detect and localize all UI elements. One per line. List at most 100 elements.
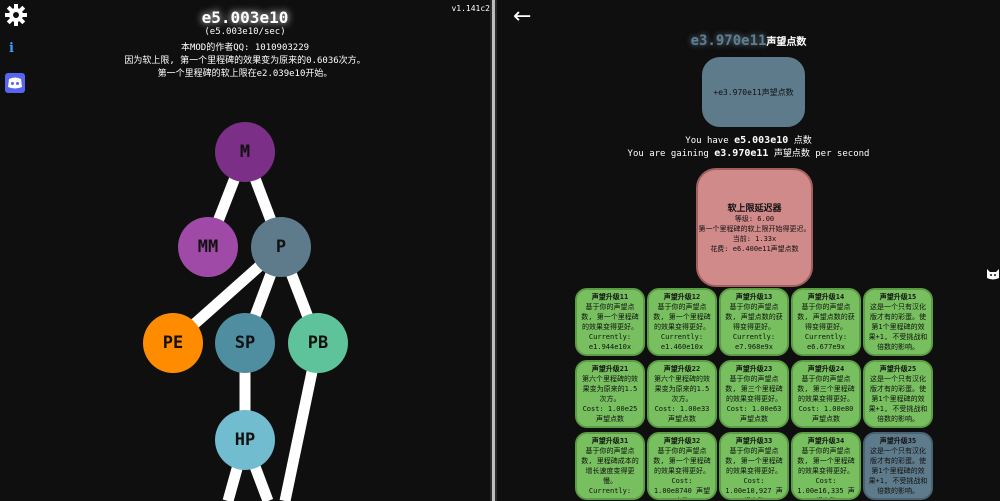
prestige-points-header: e3.970e11声望点数	[497, 30, 1000, 49]
upgrade-extra: Currently: e1.944e10x	[588, 333, 632, 351]
upgrade-extra: Cost: 1.00e10,927 声望点数	[725, 477, 783, 498]
softcap-line: 因为软上限, 第一个里程碑的效果变为原来的0.6036次方。	[124, 56, 366, 66]
prestige-points-value: e3.970e11	[690, 33, 767, 49]
node-m-label: M	[239, 142, 251, 162]
node-pe-label: PE	[162, 333, 184, 353]
node-sp-label: SP	[234, 333, 256, 353]
upgrade-title: 声望升级12	[663, 293, 701, 301]
upgrade-desc: 基于你的声望点数, 第三个里程碑的效果变得更好。	[797, 375, 855, 403]
gaining-prefix: You are gaining	[627, 149, 709, 159]
upgrade-desc: 基于你的声望点数, 第一个里程碑的效果变得更好。	[653, 303, 711, 331]
upgrade-31[interactable]: 声望升级31 基于你的声望点数, 里程碑成本的增长速度变得更慢。 Currently…	[575, 432, 645, 500]
upgrade-21[interactable]: 声望升级21 第六个里程碑的效果变为原来的1.5次方。 Cost: 1.00e25 …	[575, 360, 645, 428]
upgrade-24[interactable]: 声望升级24 基于你的声望点数, 第三个里程碑的效果变得更好。 Cost: 1.00…	[791, 360, 861, 428]
upgrade-25[interactable]: 声望升级25 这是一个只有汉化版才有的彩蛋。使第1个里程碑的效果+1, 不受挑战和…	[863, 360, 933, 428]
upgrade-33[interactable]: 声望升级33 基于你的声望点数, 第一个里程碑的效果变得更好。 Cost: 1.00…	[719, 432, 789, 500]
upgrade-extra: Currently: e7.968e9x	[732, 333, 776, 351]
upgrade-extra: Currently: e6.677e9x	[804, 333, 848, 351]
points-amount: e5.003e10	[201, 8, 289, 27]
upgrade-desc: 这是一个只有汉化版才有的彩蛋。使第1个里程碑的效果+1, 不受挑战和倍数的影响。	[868, 375, 928, 423]
upgrade-22[interactable]: 声望升级22 第六个里程碑的效果变为原来的1.5次方。 Cost: 1.00e33 …	[647, 360, 717, 428]
upgrade-13[interactable]: 声望升级13 基于你的声望点数, 声望点数的获得变得更好。 Currently: e…	[719, 288, 789, 356]
divider-handle[interactable]	[492, 0, 495, 501]
upgrade-title: 声望升级31	[591, 437, 629, 445]
upgrade-14[interactable]: 声望升级14 基于你的声望点数, 声望点数的获得变得更好。 Currently: e…	[791, 288, 861, 356]
upgrade-desc: 基于你的声望点数, 第三个里程碑的效果变得更好。	[725, 375, 783, 403]
softcap-delay-buyable[interactable]: 软上限延迟器 等级: 6.00 第一个里程碑的软上限开始得更迟。当前: 1.33…	[696, 168, 813, 287]
upgrade-desc: 第六个里程碑的效果变为原来的1.5次方。	[654, 375, 710, 403]
upgrade-extra: Cost: 1.00e25 声望点数	[582, 405, 638, 423]
node-sp[interactable]: SP	[215, 313, 275, 373]
upgrade-title: 声望升级15	[879, 293, 917, 301]
you-have-prefix: You have	[685, 136, 729, 146]
gaining-suffix: 声望点数 per second	[773, 149, 870, 159]
buyable-level: 等级: 6.00	[734, 215, 775, 223]
prestige-points-name: 声望点数	[766, 37, 807, 48]
node-pb[interactable]: PB	[288, 313, 348, 373]
upgrade-desc: 第六个里程碑的效果变为原来的1.5次方。	[582, 375, 638, 403]
you-have-value: e5.003e10	[734, 135, 789, 146]
author-line: 本MOD的作者QQ: 1010903229	[180, 43, 310, 53]
upgrade-title: 声望升级11	[591, 293, 629, 301]
back-arrow-icon[interactable]: ←	[513, 4, 531, 29]
you-have-line: You have e5.003e10 点数	[497, 133, 1000, 146]
upgrade-title: 声望升级34	[807, 437, 845, 445]
node-m[interactable]: M	[215, 122, 275, 182]
upgrade-desc: 基于你的声望点数, 第一个里程碑的效果变得更好。	[797, 447, 855, 475]
upgrade-title: 声望升级13	[735, 293, 773, 301]
upgrade-desc: 基于你的声望点数, 声望点数的获得变得更好。	[725, 303, 783, 331]
upgrade-desc: 基于你的声望点数, 声望点数的获得变得更好。	[797, 303, 855, 331]
upgrade-11[interactable]: 声望升级11 基于你的声望点数, 第一个里程碑的效果变得更好。 Currently:…	[575, 288, 645, 356]
upgrade-35[interactable]: 声望升级35 这是一个只有汉化版才有的彩蛋。使第1个里程碑的效果+1, 不受挑战和…	[863, 432, 933, 500]
prestige-reset-button[interactable]: +e3.970e11声望点数	[702, 57, 805, 127]
cat-icon[interactable]	[986, 266, 1000, 280]
upgrade-title: 声望升级22	[663, 365, 701, 373]
upgrade-desc: 基于你的声望点数, 里程碑成本的增长速度变得更慢。	[581, 447, 639, 485]
node-hp-label: HP	[234, 430, 256, 450]
tree-panel: i e5.003e10 (e5.003e10/sec) 本MOD的作者QQ: 1…	[0, 0, 490, 501]
you-have-suffix: 点数	[793, 136, 812, 146]
upgrade-title: 声望升级35	[879, 437, 917, 445]
upgrade-desc: 基于你的声望点数, 第一个里程碑的效果变得更好。	[653, 447, 711, 475]
version-label: v1.141c2	[451, 4, 490, 13]
buyable-desc: 第一个里程碑的软上限开始得更迟。当前: 1.33x	[698, 225, 811, 243]
upgrade-extra: Cost: 1.00e80 声望点数	[798, 405, 854, 423]
layer-panel: ← e3.970e11声望点数 +e3.970e11声望点数 You have …	[497, 0, 1000, 501]
buyable-title: 软上限延迟器	[727, 204, 782, 214]
node-hp[interactable]: HP	[215, 410, 275, 470]
node-pe[interactable]: PE	[143, 313, 203, 373]
prestige-reset-label: +e3.970e11声望点数	[713, 87, 794, 97]
upgrade-desc: 这是一个只有汉化版才有的彩蛋。使第1个里程碑的效果+1, 不受挑战和倍数的影响。	[868, 447, 928, 495]
upgrade-extra: Cost: 1.00e16,335 声望点数	[797, 477, 855, 498]
upgrade-extra: Cost: 1.00e8740 声望点数	[653, 477, 711, 498]
pane-divider[interactable]	[490, 0, 497, 501]
upgrade-34[interactable]: 声望升级34 基于你的声望点数, 第一个里程碑的效果变得更好。 Cost: 1.00…	[791, 432, 861, 500]
softcap-start-line: 第一个里程碑的软上限在e2.039e10开始。	[157, 69, 333, 79]
upgrade-extra: Cost: 1.00e33 声望点数	[654, 405, 710, 423]
upgrade-title: 声望升级21	[591, 365, 629, 373]
upgrade-title: 声望升级33	[735, 437, 773, 445]
upgrade-extra: Currently: e1.460e10x	[660, 333, 704, 351]
node-p[interactable]: P	[251, 217, 311, 277]
upgrade-12[interactable]: 声望升级12 基于你的声望点数, 第一个里程碑的效果变得更好。 Currently:…	[647, 288, 717, 356]
gaining-line: You are gaining e3.970e11 声望点数 per secon…	[497, 146, 1000, 159]
node-pb-label: PB	[307, 333, 329, 353]
upgrade-title: 声望升级24	[807, 365, 845, 373]
node-mm-label: MM	[197, 237, 219, 257]
upgrade-desc: 这是一个只有汉化版才有的彩蛋。使第1个里程碑的效果+1, 不受挑战和倍数的影响。	[868, 303, 928, 351]
node-mm[interactable]: MM	[178, 217, 238, 277]
upgrade-32[interactable]: 声望升级32 基于你的声望点数, 第一个里程碑的效果变得更好。 Cost: 1.00…	[647, 432, 717, 500]
upgrade-desc: 基于你的声望点数, 第一个里程碑的效果变得更好。	[725, 447, 783, 475]
points-per-second: (e5.003e10/sec)	[204, 27, 286, 37]
node-p-label: P	[275, 237, 287, 257]
upgrade-desc: 基于你的声望点数, 第一个里程碑的效果变得更好。	[581, 303, 639, 331]
upgrade-title: 声望升级25	[879, 365, 917, 373]
upgrade-23[interactable]: 声望升级23 基于你的声望点数, 第三个里程碑的效果变得更好。 Cost: 1.00…	[719, 360, 789, 428]
upgrade-title: 声望升级32	[663, 437, 701, 445]
upgrade-grid: 声望升级11 基于你的声望点数, 第一个里程碑的效果变得更好。 Currently:…	[575, 288, 937, 501]
upgrade-15[interactable]: 声望升级15 这是一个只有汉化版才有的彩蛋。使第1个里程碑的效果+1, 不受挑战和…	[863, 288, 933, 356]
upgrade-extra: Currently: 1.5965x	[588, 487, 632, 498]
upgrade-extra: Cost: 1.00e63 声望点数	[726, 405, 782, 423]
upgrade-title: 声望升级14	[807, 293, 845, 301]
upgrade-title: 声望升级23	[735, 365, 773, 373]
